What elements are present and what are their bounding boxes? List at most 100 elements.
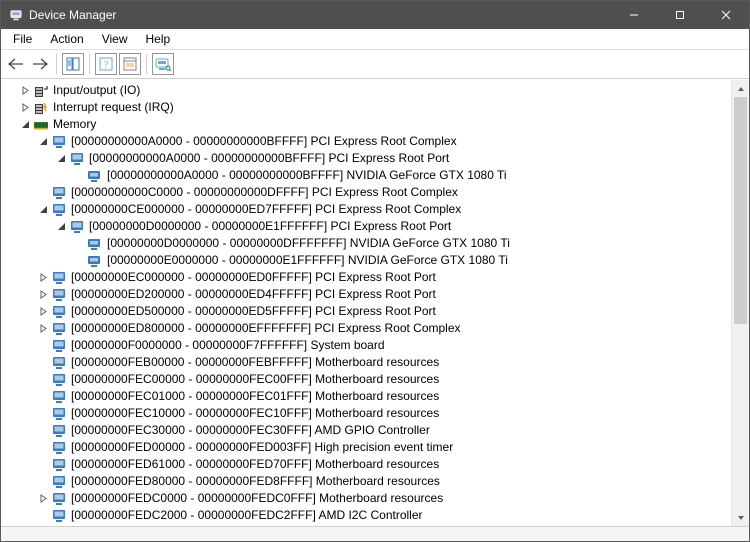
tree-row[interactable]: Memory [1,116,731,133]
scroll-thumb[interactable] [734,97,747,324]
sys-icon [51,287,67,303]
twisty-spacer [37,510,49,522]
expand-icon[interactable] [37,289,49,301]
titlebar-left: Device Manager [1,8,116,22]
tree-row[interactable]: [00000000000A0000 - 00000000000BFFFF] NV… [1,167,731,184]
collapse-icon[interactable] [19,119,31,131]
menu-view[interactable]: View [94,30,136,48]
sys-icon [51,372,67,388]
tree-row[interactable]: [00000000CE000000 - 00000000ED7FFFFF] PC… [1,201,731,218]
expand-icon[interactable] [37,272,49,284]
collapse-icon[interactable] [55,153,67,165]
tree-row[interactable]: [00000000FEC30000 - 00000000FEC30FFF] AM… [1,422,731,439]
tree-row[interactable]: [00000000EC000000 - 00000000ED0FFFFF] PC… [1,269,731,286]
sys-icon [51,508,67,524]
titlebar: Device Manager [1,1,749,29]
scroll-track[interactable] [732,97,749,509]
tree-row[interactable]: [00000000E0000000 - 00000000E1FFFFFF] NV… [1,252,731,269]
tree-row[interactable]: [00000000FED80000 - 00000000FED8FFFF] Mo… [1,473,731,490]
expand-icon[interactable] [19,102,31,114]
tree-item-label: [00000000FEDC0000 - 00000000FEDC0FFF] Mo… [71,490,443,507]
scroll-up-button[interactable] [732,80,749,97]
tree-row[interactable]: [00000000D0000000 - 00000000DFFFFFFF] NV… [1,235,731,252]
twisty-spacer [37,340,49,352]
sys-icon [51,440,67,456]
twisty-spacer [37,374,49,386]
tree-item-label: [00000000FEC01000 - 00000000FEC01FFF] Mo… [71,388,439,405]
twisty-spacer [37,442,49,454]
tree-row[interactable]: [00000000FEC01000 - 00000000FEC01FFF] Mo… [1,388,731,405]
scan-hardware-button[interactable] [152,53,174,75]
tree-row[interactable]: [00000000000A0000 - 00000000000BFFFF] PC… [1,150,731,167]
tree-row[interactable]: Input/output (IO) [1,82,731,99]
tree-item-label: [00000000D0000000 - 00000000E1FFFFFF] PC… [89,218,451,235]
tree-item-label: [00000000FED61000 - 00000000FED70FFF] Mo… [71,456,439,473]
sys-icon [51,321,67,337]
collapse-icon[interactable] [55,221,67,233]
tree-row[interactable]: [00000000ED800000 - 00000000EFFFFFFF] PC… [1,320,731,337]
tree-item-label: Interrupt request (IRQ) [53,99,174,116]
twisty-spacer [37,408,49,420]
window-title: Device Manager [29,8,116,22]
expand-icon[interactable] [37,323,49,335]
menu-help[interactable]: Help [138,30,179,48]
tree-row[interactable]: [00000000ED200000 - 00000000ED4FFFFF] PC… [1,286,731,303]
collapse-icon[interactable] [37,136,49,148]
expand-icon[interactable] [37,306,49,318]
maximize-button[interactable] [657,1,703,29]
twisty-spacer [37,391,49,403]
expand-icon[interactable] [19,85,31,97]
tree-row[interactable]: [00000000000A0000 - 00000000000BFFFF] PC… [1,133,731,150]
menu-action[interactable]: Action [42,30,91,48]
tree-row[interactable]: [00000000FEDC0000 - 00000000FEDC0FFF] Mo… [1,490,731,507]
tree-row[interactable]: Interrupt request (IRQ) [1,99,731,116]
tree-item-label: [00000000FED00000 - 00000000FED003FF] Hi… [71,439,453,456]
minimize-button[interactable] [611,1,657,29]
tree-row[interactable]: [00000000FED00000 - 00000000FED003FF] Hi… [1,439,731,456]
device-manager-window: Device Manager File Action View Help [0,0,750,542]
content-area: Input/output (IO)Interrupt request (IRQ)… [1,79,749,526]
twisty-spacer [37,187,49,199]
window-controls [611,1,749,29]
menubar: File Action View Help [1,29,749,50]
tree-row[interactable]: [00000000FEB00000 - 00000000FEBFFFFF] Mo… [1,354,731,371]
back-button[interactable] [5,53,27,75]
tree-item-label: [00000000D0000000 - 00000000DFFFFFFF] NV… [107,235,510,252]
collapse-icon[interactable] [37,204,49,216]
device-tree[interactable]: Input/output (IO)Interrupt request (IRQ)… [1,80,731,526]
help-button[interactable]: ? [95,53,117,75]
twisty-spacer [73,238,85,250]
close-button[interactable] [703,1,749,29]
tree-row[interactable]: [00000000FED61000 - 00000000FED70FFF] Mo… [1,456,731,473]
toolbar-separator [56,54,57,74]
tree-item-label: [00000000000A0000 - 00000000000BFFFF] PC… [71,133,457,150]
expand-icon[interactable] [37,493,49,505]
twisty-spacer [73,170,85,182]
tree-row[interactable]: [00000000F0000000 - 00000000F7FFFFFF] Sy… [1,337,731,354]
app-icon [9,8,23,22]
sys-icon [51,202,67,218]
tree-row[interactable]: [00000000D0000000 - 00000000E1FFFFFF] PC… [1,218,731,235]
scroll-down-button[interactable] [732,509,749,526]
forward-button[interactable] [29,53,51,75]
properties-button[interactable] [119,53,141,75]
menu-file[interactable]: File [5,30,40,48]
tree-row[interactable]: [00000000FEC10000 - 00000000FEC10FFF] Mo… [1,405,731,422]
tree-item-label: [00000000FED80000 - 00000000FED8FFFF] Mo… [71,473,440,490]
tree-row[interactable]: [00000000000C0000 - 00000000000DFFFF] PC… [1,184,731,201]
statusbar [1,526,749,541]
io-icon [33,83,49,99]
vertical-scrollbar[interactable] [731,80,749,526]
tree-item-label: [00000000FEC00000 - 00000000FEC00FFF] Mo… [71,371,439,388]
tree-item-label: [00000000ED500000 - 00000000ED5FFFFF] PC… [71,303,436,320]
svg-text:?: ? [104,60,109,71]
sys-icon [51,389,67,405]
tree-row[interactable]: [00000000FEDC2000 - 00000000FEDC2FFF] AM… [1,507,731,524]
tree-row[interactable]: [00000000FEC00000 - 00000000FEC00FFF] Mo… [1,371,731,388]
tree-row[interactable]: [00000000ED500000 - 00000000ED5FFFFF] PC… [1,303,731,320]
tree-item-label: Input/output (IO) [53,82,140,99]
tree-item-label: [00000000FEC10000 - 00000000FEC10FFF] Mo… [71,405,439,422]
show-hide-tree-button[interactable] [62,53,84,75]
tree-item-label: [00000000FEDC2000 - 00000000FEDC2FFF] AM… [71,507,423,524]
toolbar-separator [146,54,147,74]
